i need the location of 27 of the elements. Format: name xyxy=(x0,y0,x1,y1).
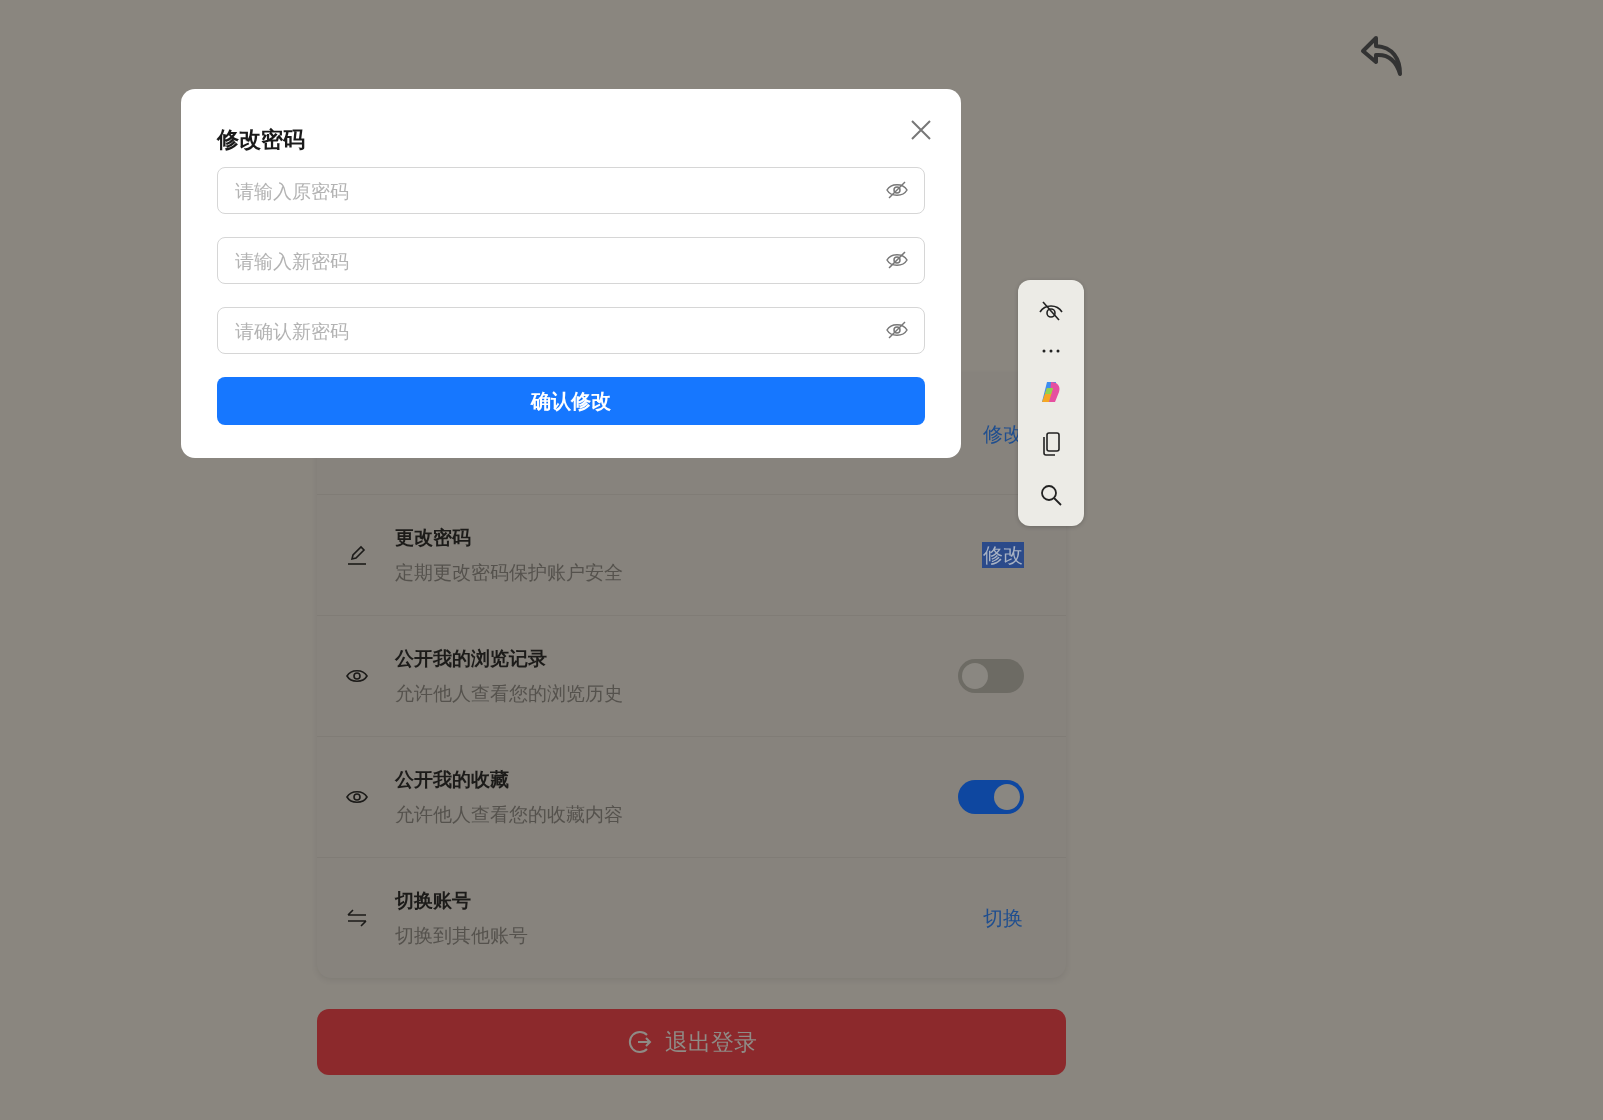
eye-icon xyxy=(346,789,368,805)
toggle-switch[interactable] xyxy=(958,659,1024,693)
more-icon[interactable] xyxy=(1042,349,1060,354)
dialog-title: 修改密码 xyxy=(217,126,306,154)
setting-title: 更改密码 xyxy=(395,525,472,550)
copy-icon[interactable] xyxy=(1041,430,1061,457)
action-link[interactable]: 切换 xyxy=(982,905,1024,931)
eye-icon xyxy=(346,668,368,684)
hidden-eye-icon[interactable] xyxy=(886,321,908,339)
logout-icon xyxy=(626,1029,653,1055)
toggle-switch[interactable] xyxy=(958,780,1024,814)
password-field[interactable]: 请确认新密码 xyxy=(217,307,925,354)
pencil-icon xyxy=(347,545,367,565)
hide-icon[interactable] xyxy=(1038,299,1064,322)
password-field[interactable]: 请输入原密码 xyxy=(217,167,925,214)
action-link[interactable]: 修改 xyxy=(982,542,1024,568)
password-field[interactable]: 请输入新密码 xyxy=(217,237,925,284)
close-button[interactable] xyxy=(909,117,933,141)
hidden-eye-icon[interactable] xyxy=(886,251,908,269)
setting-title: 切换账号 xyxy=(395,888,472,913)
search-icon[interactable] xyxy=(1040,484,1062,507)
hidden-eye-icon[interactable] xyxy=(886,181,908,199)
setting-title: 公开我的收藏 xyxy=(395,767,510,792)
setting-title: 公开我的浏览记录 xyxy=(395,646,548,671)
swap-icon xyxy=(347,909,367,927)
confirm-button[interactable]: 确认修改 xyxy=(217,377,925,425)
logout-button[interactable]: 退出登录 xyxy=(317,1009,1066,1075)
